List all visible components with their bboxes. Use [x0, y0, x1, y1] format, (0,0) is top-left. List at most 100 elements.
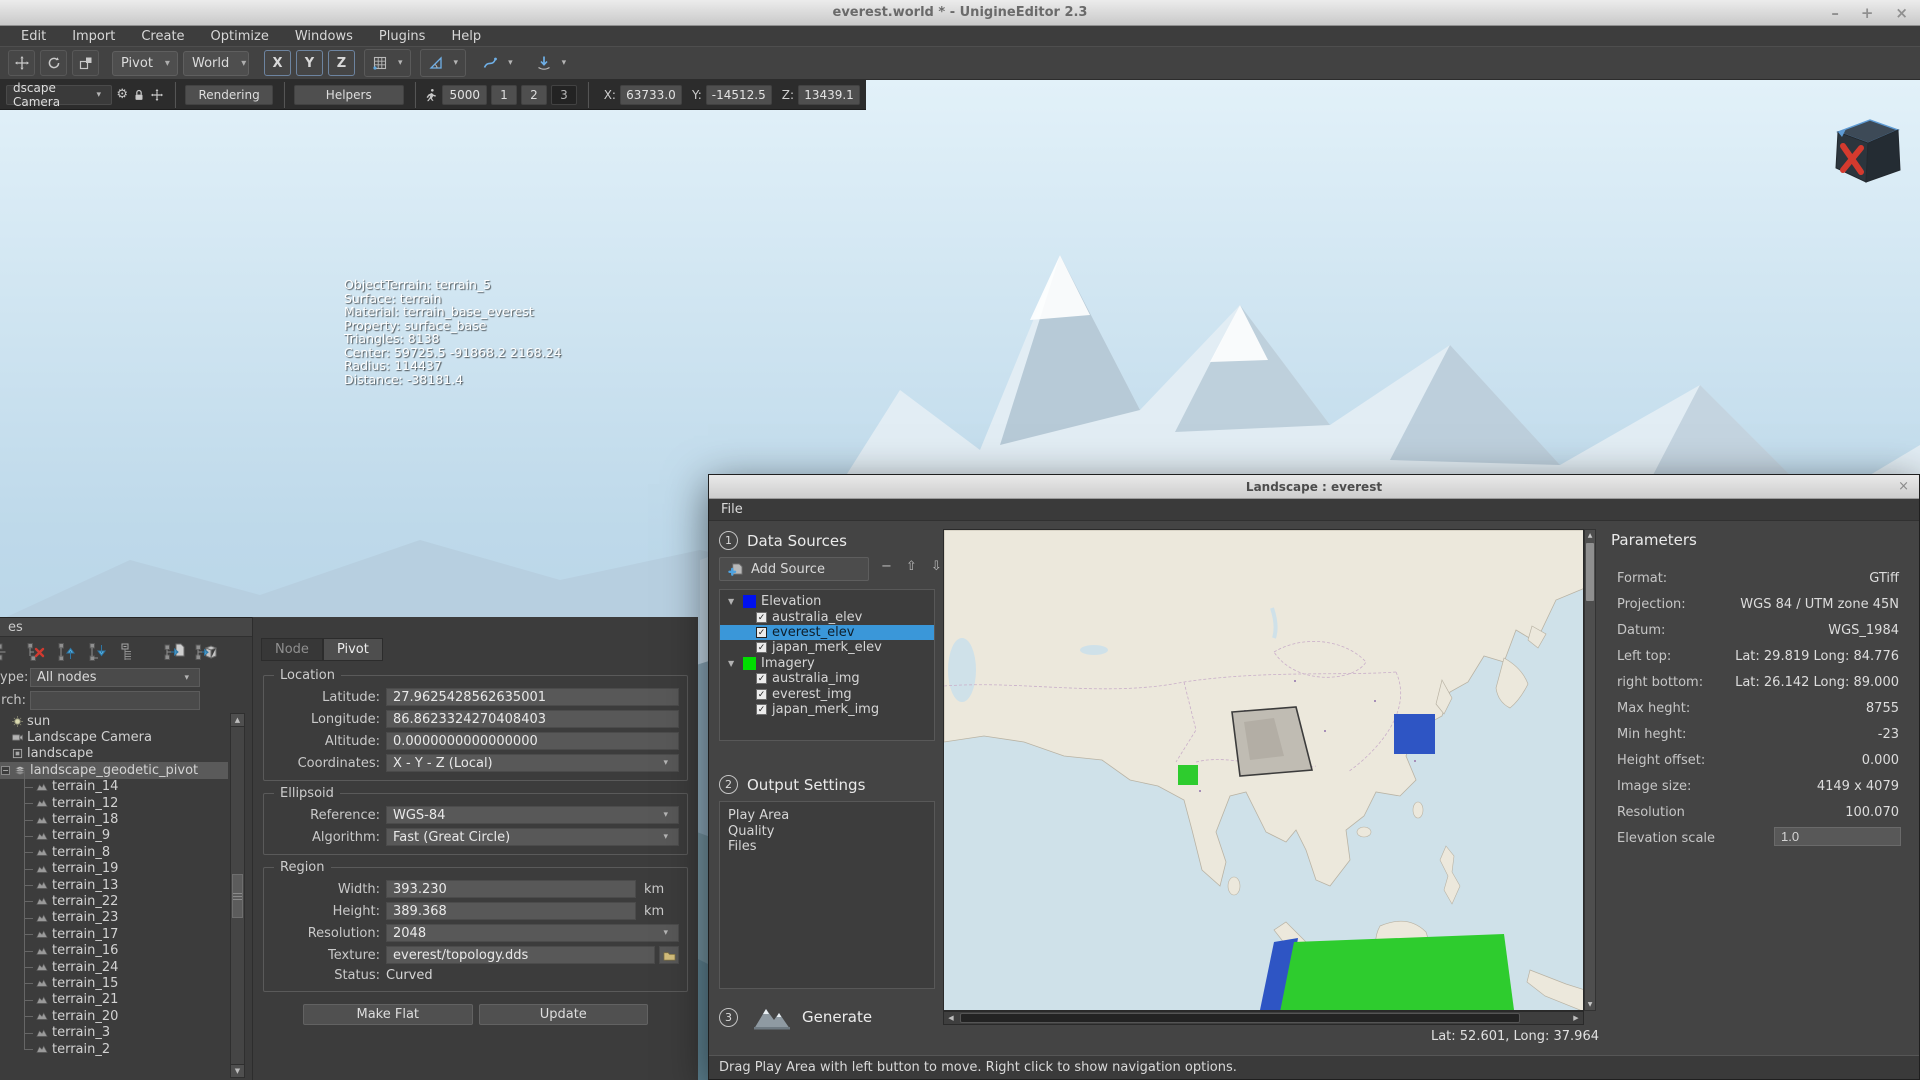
source-item-everest-img[interactable]: ✓ everest_img [720, 686, 934, 702]
tree-item-terrain[interactable]: terrain_15 [0, 967, 228, 991]
latitude-field[interactable]: 27.9625428562635001 [386, 688, 679, 706]
scroll-down-arrow-icon[interactable]: ▼ [1585, 999, 1595, 1010]
checkbox-checked-icon[interactable]: ✓ [756, 673, 767, 685]
dialog-close-button[interactable]: × [1898, 479, 1909, 494]
tree-item-terrain[interactable]: terrain_19 [0, 852, 228, 877]
speed-preset-2-button[interactable]: 2 [521, 84, 547, 105]
coordinates-dropdown[interactable]: X - Y - Z (Local) ▾ [386, 754, 679, 772]
pivot-mode-dropdown[interactable]: Pivot [112, 50, 178, 76]
world-map[interactable] [943, 529, 1584, 1011]
chevron-down-icon[interactable]: ▾ [504, 58, 517, 68]
tab-pivot[interactable]: Pivot [322, 638, 383, 661]
map-horizontal-scrollbar[interactable]: ◀ ▶ [943, 1011, 1584, 1025]
source-item-everest-elev[interactable]: ✓ everest_elev [720, 624, 934, 641]
tree-item-terrain[interactable]: terrain_24 [0, 950, 228, 975]
tree-item-terrain[interactable]: terrain_22 [0, 885, 228, 909]
rendering-button[interactable]: Rendering [185, 84, 274, 105]
texture-browse-button[interactable] [659, 946, 679, 964]
node-search-input[interactable] [30, 691, 200, 710]
tree-item-terrain[interactable]: terrain_9 [0, 819, 228, 844]
map-vertical-scrollbar[interactable]: ▲ ▼ [1584, 529, 1596, 1011]
axis-y-button[interactable]: Y [296, 50, 323, 76]
tree-item-terrain[interactable]: terrain_20 [0, 999, 228, 1024]
scroll-down-arrow-icon[interactable]: ▼ [231, 1064, 244, 1077]
tree-expander-icon[interactable]: − [1, 765, 10, 775]
menu-import[interactable]: Import [59, 29, 128, 44]
export-node-as-mesh-icon[interactable] [194, 640, 218, 664]
tree-item-terrain[interactable]: terrain_3 [0, 1016, 228, 1040]
move-node-up-icon[interactable] [56, 640, 80, 664]
source-item-japan-merk-img[interactable]: ✓ japan_merk_img [720, 702, 934, 717]
longitude-field[interactable]: 86.8623324270408403 [386, 710, 679, 728]
axis-x-button[interactable]: X [264, 50, 291, 76]
scroll-left-arrow-icon[interactable]: ◀ [944, 1014, 958, 1022]
scroll-right-arrow-icon[interactable]: ▶ [1569, 1014, 1583, 1022]
menu-windows[interactable]: Windows [282, 29, 366, 44]
output-item-play-area[interactable]: Play Area [728, 808, 934, 824]
add-node-icon[interactable] [0, 640, 18, 664]
dialog-menu-file[interactable]: File [721, 502, 743, 517]
coord-y-input[interactable]: -14512.5 [705, 84, 772, 105]
chevron-down-icon[interactable]: ▾ [558, 58, 571, 68]
tree-item-terrain[interactable]: terrain_21 [0, 983, 228, 1008]
elevation-scale-input[interactable] [1774, 827, 1901, 846]
australia-img-overlay[interactable] [1280, 934, 1514, 1011]
tree-item-terrain[interactable]: terrain_13 [0, 868, 228, 893]
source-group-imagery[interactable]: ▼ Imagery [720, 656, 934, 671]
menu-edit[interactable]: Edit [8, 29, 59, 44]
close-button[interactable]: × [1895, 5, 1908, 21]
remove-source-icon[interactable]: − [881, 559, 892, 574]
tree-item-terrain[interactable]: terrain_8 [0, 835, 228, 860]
move-node-down-icon[interactable] [87, 640, 111, 664]
map-vscroll-thumb[interactable] [1586, 543, 1594, 601]
algorithm-dropdown[interactable]: Fast (Great Circle) ▾ [386, 828, 679, 846]
dialog-titlebar[interactable]: Landscape : everest × [709, 475, 1919, 499]
region-width-field[interactable]: 393.230 [386, 880, 636, 898]
checkbox-checked-icon[interactable]: ✓ [756, 688, 767, 700]
source-item-australia-elev[interactable]: ✓ australia_elev [720, 609, 934, 625]
map-hscroll-thumb[interactable] [960, 1013, 1520, 1023]
move-source-up-icon[interactable]: ⇧ [906, 559, 917, 574]
camera-focus-move-icon[interactable] [150, 86, 164, 104]
export-node-icon[interactable] [163, 640, 187, 664]
tab-node[interactable]: Node [261, 638, 323, 661]
chevron-down-icon[interactable]: ▼ [728, 597, 738, 606]
move-source-down-icon[interactable]: ⇩ [931, 559, 942, 574]
japan-region-overlay[interactable] [1394, 714, 1435, 754]
tree-item-terrain[interactable]: terrain_18 [0, 803, 228, 827]
chevron-down-icon[interactable]: ▾ [450, 58, 463, 68]
tree-item-terrain[interactable]: terrain_12 [0, 786, 228, 811]
checkbox-checked-icon[interactable]: ✓ [756, 626, 767, 638]
type-filter-dropdown[interactable]: All nodes ▾ [30, 668, 200, 687]
tree-item-landscape-camera[interactable]: Landscape Camera [0, 729, 228, 745]
add-source-button[interactable]: Add Source [719, 557, 869, 581]
output-item-quality[interactable]: Quality [728, 824, 934, 840]
tree-scrollbar-thumb[interactable] [232, 874, 243, 918]
nepal-region-overlay[interactable] [1178, 765, 1198, 785]
tree-item-terrain[interactable]: terrain_16 [0, 934, 228, 958]
menu-plugins[interactable]: Plugins [366, 29, 439, 44]
coord-x-input[interactable]: 63733.0 [619, 84, 682, 105]
menu-create[interactable]: Create [128, 29, 197, 44]
region-texture-field[interactable]: everest/topology.dds [386, 946, 655, 964]
move-tool-button[interactable] [8, 50, 35, 76]
coord-z-input[interactable]: 13439.1 [798, 84, 860, 105]
tree-item-terrain[interactable]: terrain_23 [0, 901, 228, 926]
chevron-down-icon[interactable]: ▼ [728, 659, 738, 668]
drop-to-ground-icon[interactable] [532, 51, 556, 75]
rotate-tool-button[interactable] [40, 50, 67, 76]
generate-button[interactable]: Generate [748, 999, 882, 1035]
navigation-cube[interactable] [1826, 110, 1904, 194]
reference-dropdown[interactable]: WGS-84 ▾ [386, 806, 679, 824]
tree-item-terrain[interactable]: terrain_17 [0, 917, 228, 942]
angle-snap-icon[interactable] [424, 51, 448, 75]
menu-help[interactable]: Help [438, 29, 494, 44]
tree-item-terrain[interactable]: terrain_2 [0, 1032, 228, 1057]
checkbox-checked-icon[interactable]: ✓ [756, 703, 767, 715]
grid-snap-icon[interactable] [368, 51, 392, 75]
checkbox-checked-icon[interactable]: ✓ [756, 611, 767, 623]
delete-node-icon[interactable] [25, 640, 49, 664]
source-item-australia-img[interactable]: ✓ australia_img [720, 671, 934, 686]
camera-lock-icon[interactable] [132, 86, 146, 104]
window-titlebar[interactable]: everest.world * - UnigineEditor 2.3 – + … [0, 0, 1920, 26]
